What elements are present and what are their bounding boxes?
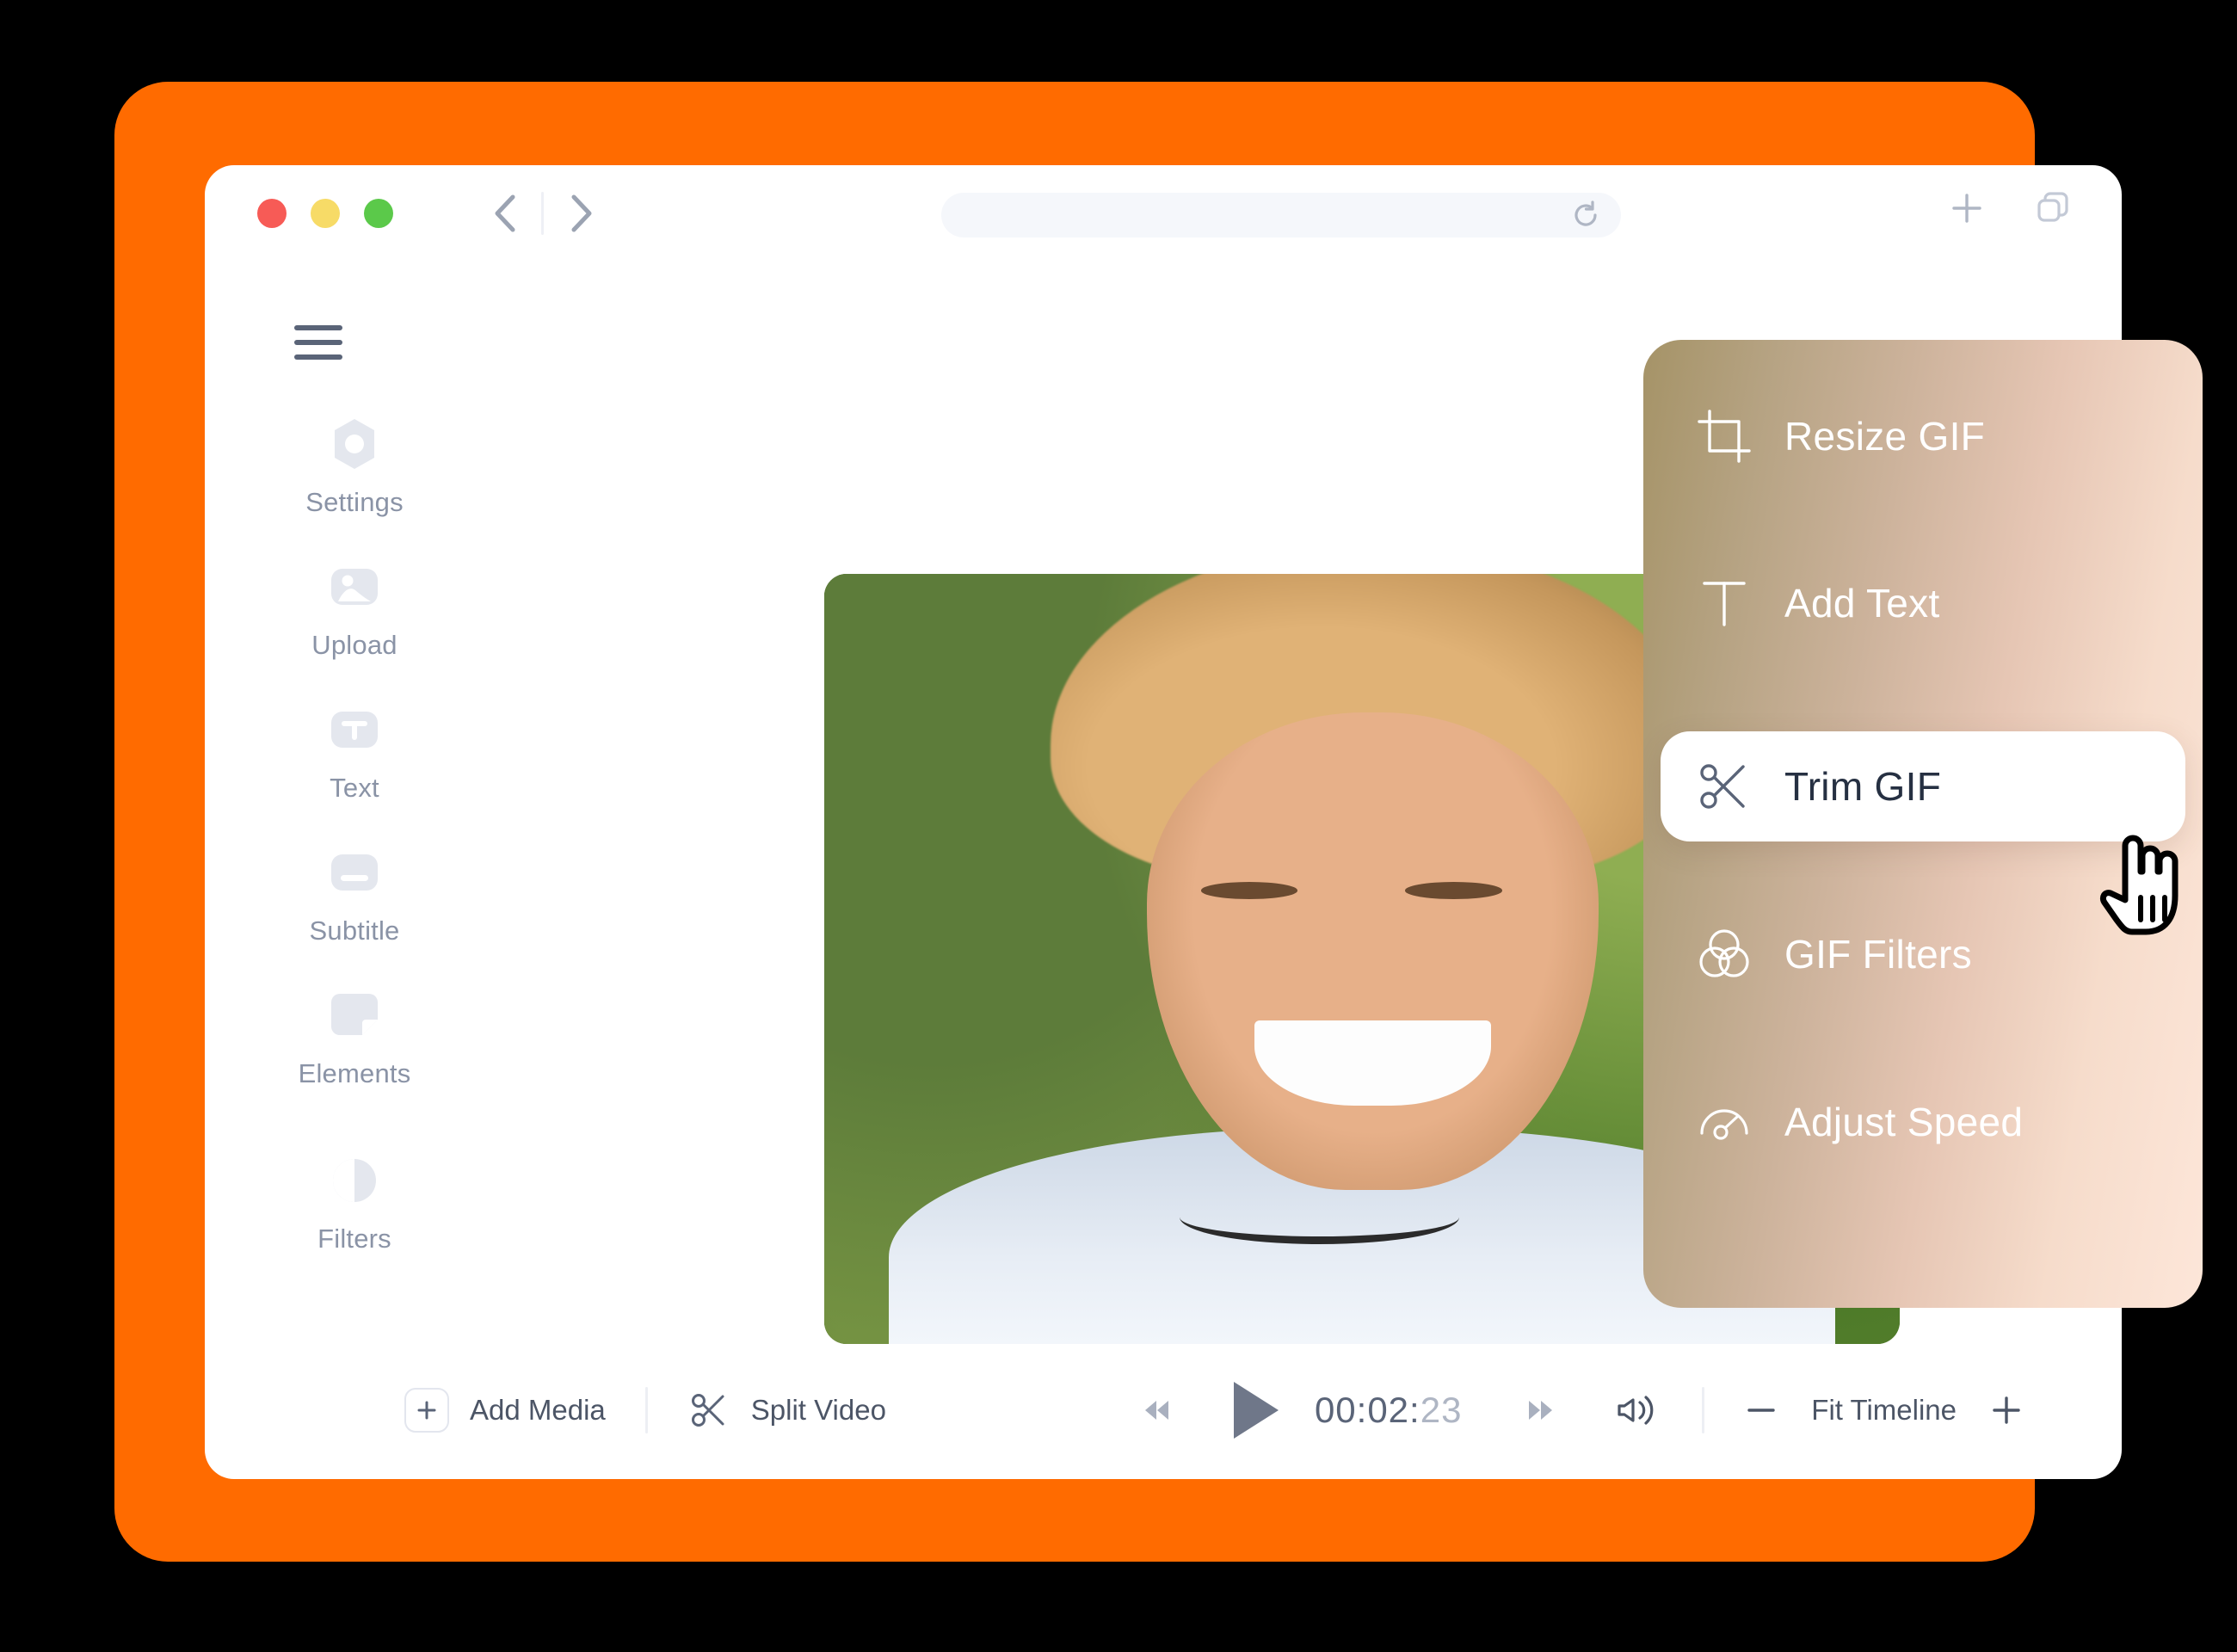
toolbar-left-group: Add Media Split Video — [404, 1387, 886, 1433]
settings-nut-icon — [325, 415, 384, 473]
add-media-label: Add Media — [470, 1394, 606, 1426]
close-window-button[interactable] — [257, 199, 287, 228]
browser-chrome — [205, 165, 2122, 262]
sidebar-item-label: Settings — [305, 487, 404, 517]
menu-item-label: Add Text — [1784, 581, 1940, 626]
copy-tabs-icon[interactable] — [2034, 189, 2072, 227]
plus-box-icon — [404, 1388, 449, 1433]
sidebar: Settings Upload Text Subtitle Elements F… — [205, 262, 540, 1479]
menu-item-label: Trim GIF — [1784, 764, 1942, 809]
plus-icon[interactable] — [1948, 189, 1986, 227]
timecode-major: 00:02: — [1314, 1390, 1420, 1430]
url-bar[interactable] — [941, 193, 1621, 237]
fit-timeline-label[interactable]: Fit Timeline — [1811, 1394, 1957, 1427]
minus-icon[interactable] — [1744, 1393, 1778, 1427]
chevron-left-icon[interactable] — [483, 191, 527, 236]
sidebar-item-elements[interactable]: Elements — [205, 986, 540, 1089]
preview-eye-left — [1200, 882, 1297, 899]
sidebar-item-label: Filters — [317, 1224, 391, 1254]
menu-item-label: GIF Filters — [1784, 932, 1972, 977]
text-t-icon — [325, 700, 384, 759]
speedometer-icon — [1683, 1094, 1766, 1150]
menu-item-trim-gif[interactable]: Trim GIF — [1661, 731, 2185, 841]
toolbar-right-group: Fit Timeline — [1614, 1387, 2024, 1433]
volume-icon[interactable] — [1614, 1388, 1662, 1433]
chrome-right-actions — [1948, 189, 2072, 227]
add-media-button[interactable]: Add Media — [404, 1388, 606, 1433]
menu-item-label: Adjust Speed — [1784, 1100, 2024, 1144]
traffic-lights — [257, 199, 393, 228]
sidebar-item-text[interactable]: Text — [205, 700, 540, 804]
preview-face — [1147, 712, 1599, 1190]
menu-item-label: Resize GIF — [1784, 414, 1986, 459]
toolbar-divider — [644, 1387, 648, 1433]
sidebar-item-settings[interactable]: Settings — [205, 415, 540, 518]
nav-divider — [541, 192, 544, 235]
elements-sticker-icon — [325, 986, 384, 1045]
rewind-icon[interactable] — [1137, 1390, 1177, 1430]
gif-tools-menu: Resize GIF Add Text Trim GIF GIF Filters… — [1643, 340, 2203, 1308]
preview-eye-right — [1405, 882, 1502, 899]
timecode-minor: 23 — [1420, 1390, 1463, 1430]
chevron-right-icon[interactable] — [558, 191, 602, 236]
zoom-window-button[interactable] — [364, 199, 393, 228]
menu-item-add-text[interactable]: Add Text — [1643, 548, 2203, 658]
image-upload-icon — [325, 558, 384, 616]
menu-item-adjust-speed[interactable]: Adjust Speed — [1643, 1067, 2203, 1177]
sidebar-items: Settings Upload Text Subtitle Elements F… — [205, 415, 540, 1254]
navigation-controls — [483, 191, 602, 236]
hamburger-icon[interactable] — [294, 325, 342, 360]
sidebar-item-label: Subtitle — [309, 915, 400, 946]
sidebar-item-label: Elements — [298, 1058, 411, 1088]
play-icon[interactable] — [1225, 1377, 1285, 1444]
preview-necklace — [1179, 1190, 1459, 1244]
sidebar-item-upload[interactable]: Upload — [205, 558, 540, 661]
menu-item-gif-filters[interactable]: GIF Filters — [1643, 899, 2203, 1009]
sidebar-item-subtitle[interactable]: Subtitle — [205, 843, 540, 946]
venn-circles-icon — [1683, 926, 1766, 983]
sidebar-item-filters[interactable]: Filters — [205, 1151, 540, 1254]
plus-icon[interactable] — [1989, 1393, 2024, 1427]
split-video-button[interactable]: Split Video — [687, 1389, 886, 1432]
crop-icon — [1683, 408, 1766, 465]
subtitle-bar-icon — [325, 843, 384, 902]
minimize-window-button[interactable] — [311, 199, 340, 228]
toolbar-divider — [1702, 1387, 1705, 1433]
editor-toolbar: Add Media Split Video 00:02:23 Fit Timel… — [205, 1341, 2122, 1479]
sidebar-item-label: Text — [330, 773, 379, 803]
scissors-icon — [687, 1389, 730, 1432]
playback-controls: 00:02:23 — [1137, 1377, 1561, 1444]
menu-item-resize-gif[interactable]: Resize GIF — [1643, 381, 2203, 491]
sidebar-item-label: Upload — [311, 630, 397, 660]
text-t-icon — [1683, 575, 1766, 632]
reload-icon[interactable] — [1569, 199, 1602, 231]
scissors-icon — [1683, 758, 1766, 815]
split-video-label: Split Video — [750, 1394, 886, 1426]
fast-forward-icon[interactable] — [1520, 1390, 1560, 1430]
timecode: 00:02:23 — [1315, 1390, 1463, 1431]
filters-contrast-icon — [325, 1151, 384, 1210]
